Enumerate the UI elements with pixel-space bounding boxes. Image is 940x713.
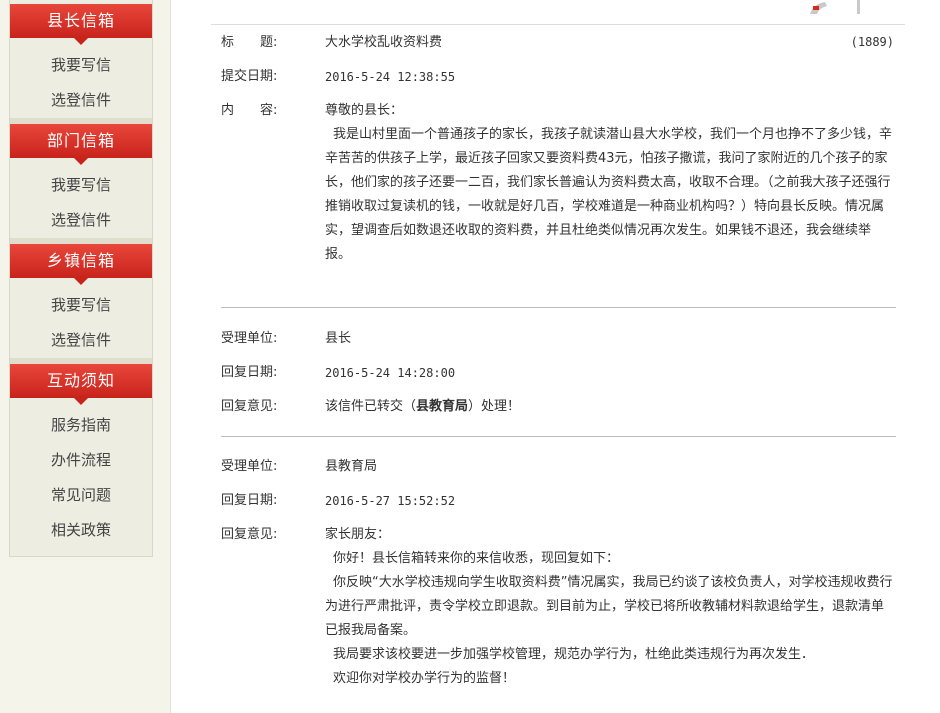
section-divider [221,307,896,308]
reply-date: 2016-5-24 14:28:00 [325,366,456,380]
sidebar-link-selected-letters[interactable]: 选登信件 [10,210,152,230]
header-divider [211,24,905,25]
handling-unit: 县长 [325,331,352,346]
sidebar-link-selected-letters[interactable]: 选登信件 [10,330,152,350]
sidebar-section-interaction-notes[interactable]: 互动须知 [10,364,152,405]
sidebar-section-township-mailbox[interactable]: 乡镇信箱 [10,244,152,285]
sidebar: 县长信箱 我要写信 选登信件 部门信箱 我要写信 选登信件 乡镇信箱 我要写信 … [9,0,153,557]
reply-opinion-label: 回复意见: [221,399,278,414]
sidebar-link-service-guide[interactable]: 服务指南 [10,415,152,435]
sidebar-link-selected-letters[interactable]: 选登信件 [10,90,152,110]
sidebar-link-process-flow[interactable]: 办件流程 [10,450,152,470]
reply-opinion: 家长朋友： 你好！县长信箱转来你的来信收悉，现回复如下： 你反映“大水学校违规向… [325,523,895,691]
handling-unit-label: 受理单位: [221,331,278,346]
sidebar-link-write-letter[interactable]: 我要写信 [10,175,152,195]
reply-opinion: 该信件已转交（县教育局）处理！ [325,398,520,416]
submit-date-label: 提交日期: [221,69,278,84]
letter-content: 尊敬的县长： 我是山村里面一个普通孩子的家长，我孩子就读潜山县大水学校，我们一个… [325,99,895,267]
reply-date-label: 回复日期: [221,365,278,380]
reply-date-label: 回复日期: [221,493,278,508]
content-label: 内 容: [221,103,278,118]
reply-opinion-suffix: ）处理！ [468,399,521,414]
handling-unit: 县教育局 [325,459,378,474]
letter-body: 我是山村里面一个普通孩子的家长，我孩子就读潜山县大水学校，我们一个月也挣不了多少… [325,127,893,262]
letter-subject: 大水学校乱收资料费 [325,35,443,50]
reply-opinion-prefix: 该信件已转交（ [325,399,417,414]
reply-paragraph: 你反映“大水学校违规向学生收取资料费”情况属实，我局已约谈了该校负责人，对学校违… [325,575,893,638]
header-decoration-graphic [810,0,860,14]
handling-unit-label: 受理单位: [221,459,278,474]
subject-label: 标 题: [221,35,278,50]
reply-opinion-department: 县教育局 [416,399,469,414]
sidebar-link-related-policies[interactable]: 相关政策 [10,520,152,540]
sidebar-link-faq[interactable]: 常见问题 [10,485,152,505]
view-count: (1889) [850,35,894,49]
letter-greeting: 尊敬的县长： [325,103,404,118]
reply-greeting: 家长朋友： [325,527,391,542]
submit-date: 2016-5-24 12:38:55 [325,70,456,84]
sidebar-section-department-mailbox[interactable]: 部门信箱 [10,124,152,165]
reply-paragraph: 欢迎你对学校办学行为的监督！ [333,671,516,686]
sidebar-link-write-letter[interactable]: 我要写信 [10,295,152,315]
reply-paragraph: 你好！县长信箱转来你的来信收悉，现回复如下： [333,551,620,566]
sidebar-section-county-mailbox[interactable]: 县长信箱 [10,4,152,45]
sidebar-link-write-letter[interactable]: 我要写信 [10,55,152,75]
reply-paragraph: 我局要求该校要进一步加强学校管理，规范办学行为，杜绝此类违规行为再次发生． [333,647,815,662]
section-divider [221,436,896,437]
reply-opinion-label: 回复意见: [221,527,278,542]
reply-date: 2016-5-27 15:52:52 [325,494,456,508]
